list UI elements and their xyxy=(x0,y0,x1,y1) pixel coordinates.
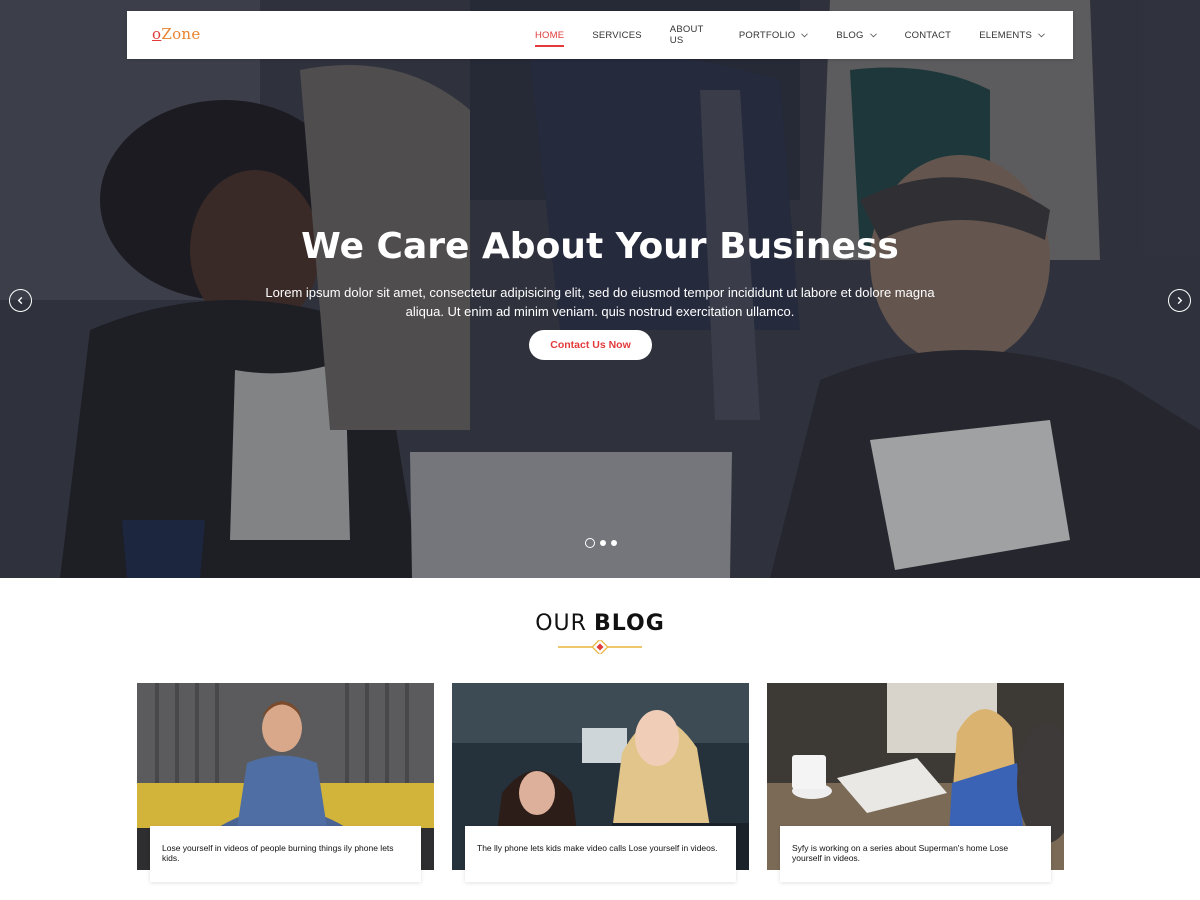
nav-item-home[interactable]: HOME xyxy=(535,29,565,47)
nav-item-label: CONTACT xyxy=(904,29,952,41)
chevron-down-icon xyxy=(801,32,809,38)
blog-card-caption: Lose yourself in videos of people burnin… xyxy=(150,826,421,882)
hero-title: We Care About Your Business xyxy=(301,226,899,267)
nav-item-label: HOME xyxy=(535,29,565,41)
slider-dot-3[interactable] xyxy=(611,540,617,546)
blog-card-caption: Syfy is working on a series about Superm… xyxy=(780,826,1051,882)
hero-description: Lorem ipsum dolor sit amet, consectetur … xyxy=(265,285,935,319)
nav-item-elements[interactable]: ELEMENTS xyxy=(979,30,1045,41)
nav-item-portfolio[interactable]: PORTFOLIO xyxy=(739,30,809,41)
blog-card-caption: The lly phone lets kids make video calls… xyxy=(465,826,736,882)
nav-item-label: ELEMENTS xyxy=(979,29,1032,41)
slider-next-button[interactable] xyxy=(1168,289,1191,312)
nav-menu: HOME SERVICES ABOUT US PORTFOLIO BLOG CO… xyxy=(535,11,1073,59)
slider-dot-1[interactable] xyxy=(585,538,595,548)
blog-heading-bold: BLOG xyxy=(594,611,665,636)
chevron-down-icon xyxy=(1038,32,1045,38)
nav-item-blog[interactable]: BLOG xyxy=(836,29,877,41)
blog-card[interactable]: Syfy is working on a series about Superm… xyxy=(767,683,1064,882)
blog-section-title: OUR BLOG xyxy=(0,610,1200,636)
diamond-divider-icon xyxy=(558,640,642,654)
slider-dot-2[interactable] xyxy=(600,540,606,546)
nav-item-label: ABOUT US xyxy=(669,24,704,46)
slider-prev-button[interactable] xyxy=(9,289,32,312)
blog-card[interactable]: Lose yourself in videos of people burnin… xyxy=(137,683,434,882)
nav-item-label: BLOG xyxy=(836,29,864,41)
blog-card[interactable]: The lly phone lets kids make video calls… xyxy=(452,683,749,882)
nav-item-label: PORTFOLIO xyxy=(738,29,796,41)
logo-initial: o xyxy=(152,25,162,43)
nav-item-contact[interactable]: CONTACT xyxy=(905,30,952,41)
nav-item-services[interactable]: SERVICES xyxy=(592,30,641,41)
brand-logo[interactable]: oZone xyxy=(152,25,201,43)
chevron-down-icon xyxy=(869,32,877,38)
logo-rest: Zone xyxy=(161,25,201,43)
chevron-right-icon xyxy=(1177,296,1183,305)
top-navbar: oZone HOME SERVICES ABOUT US PORTFOLIO B… xyxy=(127,11,1073,59)
slider-dots xyxy=(585,538,617,548)
hero-slider: We Care About Your Business Lorem ipsum … xyxy=(0,0,1200,578)
contact-us-button[interactable]: Contact Us Now xyxy=(529,330,652,360)
chevron-left-icon xyxy=(17,296,23,305)
nav-item-label: SERVICES xyxy=(592,29,642,41)
nav-item-about-us[interactable]: ABOUT US xyxy=(670,24,711,46)
blog-heading-thin: OUR xyxy=(535,611,587,636)
